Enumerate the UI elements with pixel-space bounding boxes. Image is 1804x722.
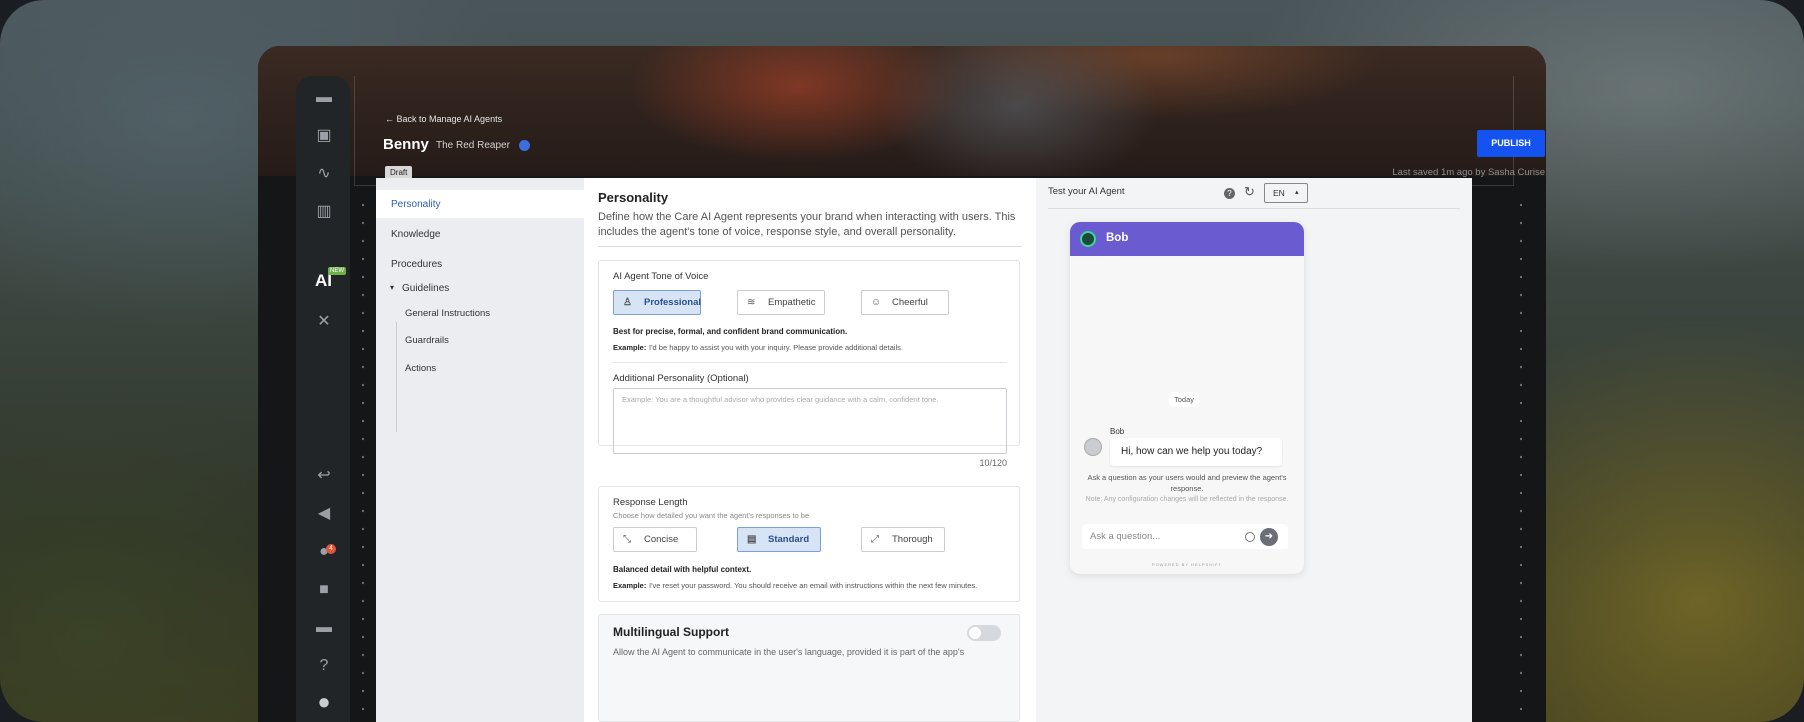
caret-down-icon[interactable]: ▾ — [390, 283, 394, 292]
inbox-icon[interactable]: ▣ — [314, 126, 334, 146]
decorative-dots-left — [362, 196, 364, 716]
page-header: ← Back to Manage AI Agents Benny The Red… — [354, 76, 1545, 186]
bot-avatar — [1084, 438, 1102, 456]
section-title: Personality — [598, 190, 669, 205]
tone-example-label: Example: — [613, 343, 647, 352]
test-agent-panel: Test your AI Agent ? ↻ EN ▴ Bob Today Bo… — [1036, 178, 1472, 722]
phone-icon[interactable]: ↩ — [314, 466, 334, 486]
analytics-icon[interactable]: ▥ — [314, 202, 334, 222]
tone-option-cheerful[interactable]: ☺ Cheerful — [861, 290, 949, 315]
section-description: Define how the Care AI Agent represents … — [598, 211, 1016, 238]
nav-item-actions[interactable]: Actions — [405, 363, 436, 374]
character-counter: 10/120 — [979, 458, 1007, 468]
editor-panel: Personality Knowledge Procedures ▾ Guide… — [376, 178, 1472, 722]
agent-name: Benny — [383, 136, 429, 153]
refresh-icon[interactable]: ↻ — [1244, 184, 1255, 200]
message-icon[interactable]: ▬ — [314, 618, 334, 638]
megaphone-icon[interactable]: ◀ — [314, 504, 334, 524]
message-sender: Bob — [1110, 427, 1125, 436]
new-badge: NEW — [328, 267, 346, 275]
date-divider: Today — [1168, 392, 1201, 407]
length-example-label: Example: — [613, 581, 647, 590]
chat-hint: Ask a question as your users would and p… — [1087, 473, 1287, 493]
nav-tree-line — [396, 322, 397, 432]
tone-example-text: I'd be happy to assist you with your inq… — [649, 343, 903, 352]
smiley-icon: ☺ — [871, 297, 882, 308]
square-icon[interactable]: ■ — [314, 580, 334, 600]
tone-option-empathetic[interactable]: ≋ Empathetic — [737, 290, 825, 315]
app-window: ▬ ▣ ∿ ▥ AI NEW ✕ ↩ ◀ ● 4 ■ ▬ ? ● ← Back … — [258, 46, 1546, 722]
powered-by: POWERED BY HELPSHIFT — [1151, 562, 1223, 567]
panel-divider — [1048, 208, 1460, 209]
help-icon[interactable]: ? — [314, 656, 334, 676]
length-option-standard[interactable]: ▤ Standard — [737, 527, 821, 552]
length-option-thorough[interactable]: ⤢ Thorough — [861, 527, 945, 552]
stack-icon: ≋ — [747, 297, 756, 308]
caret-up-icon: ▴ — [1295, 189, 1299, 196]
notification-badge: 4 — [326, 544, 336, 554]
send-icon[interactable]: ➜ — [1260, 528, 1278, 546]
nav-item-knowledge[interactable]: Knowledge — [391, 229, 440, 240]
tone-option-professional[interactable]: ♙ Professional — [613, 290, 701, 315]
gear-icon[interactable] — [519, 140, 530, 151]
tone-card: AI Agent Tone of Voice ♙ Professional ≋ … — [598, 260, 1020, 468]
tools-icon[interactable]: ✕ — [314, 312, 334, 332]
language-select[interactable]: EN ▴ — [1264, 183, 1308, 203]
additional-personality-input[interactable]: Example: You are a thoughtful advisor wh… — [613, 388, 1007, 454]
additional-personality-label: Additional Personality (Optional) — [613, 373, 749, 384]
collapse-icon: ⤡ — [623, 534, 631, 545]
response-length-label: Response Length — [613, 497, 688, 508]
publish-button[interactable]: PUBLISH — [1477, 130, 1545, 157]
multilingual-toggle[interactable] — [967, 625, 1001, 641]
length-summary: Balanced detail with helpful context. — [613, 565, 752, 574]
length-option-concise[interactable]: ⤡ Concise — [613, 527, 697, 552]
multilingual-description: Allow the AI Agent to communicate in the… — [613, 647, 965, 657]
nav-item-procedures[interactable]: Procedures — [391, 259, 442, 270]
settings-nav: Personality Knowledge Procedures ▾ Guide… — [376, 178, 584, 722]
nav-item-personality[interactable]: Personality — [391, 199, 440, 210]
activity-icon[interactable]: ∿ — [314, 164, 334, 184]
chat-input[interactable]: Ask a question... ➜ — [1082, 524, 1288, 549]
nav-item-general-instructions[interactable]: General Instructions — [405, 308, 490, 319]
bot-logo — [1080, 231, 1096, 247]
chat-message: Hi, how can we help you today? — [1110, 438, 1282, 466]
decorative-dots-right — [1520, 196, 1522, 716]
response-length-card: Response Length Choose how detailed you … — [598, 486, 1020, 602]
test-panel-title: Test your AI Agent — [1048, 186, 1125, 197]
length-example-text: I've reset your password. You should rec… — [649, 581, 978, 590]
emoji-icon[interactable] — [1245, 532, 1255, 542]
expand-icon: ⤢ — [871, 534, 879, 545]
response-length-sublabel: Choose how detailed you want the agent's… — [613, 511, 810, 520]
chat-note: Note: Any configuration changes will be … — [1085, 496, 1289, 503]
avatar-icon[interactable]: ● — [314, 691, 334, 713]
multilingual-label: Multilingual Support — [613, 625, 729, 639]
person-icon: ♙ — [623, 297, 632, 308]
tone-summary: Best for precise, formal, and confident … — [613, 327, 848, 336]
nav-item-guidelines[interactable]: Guidelines — [402, 283, 449, 294]
multilingual-card: Multilingual Support Allow the AI Agent … — [598, 614, 1020, 722]
personality-section: Personality Define how the Care AI Agent… — [584, 178, 1036, 722]
divider — [598, 246, 1022, 247]
last-saved-text: Last saved 1m ago by Sasha Curise — [1392, 167, 1545, 178]
nav-item-guardrails[interactable]: Guardrails — [405, 335, 449, 346]
back-link[interactable]: ← Back to Manage AI Agents — [385, 114, 502, 124]
chat-widget: Bob Today Bob Hi, how can we help you to… — [1070, 222, 1304, 574]
agent-subtitle: The Red Reaper — [436, 140, 510, 151]
card-divider — [613, 362, 1007, 363]
chat-icon[interactable]: ▬ — [314, 88, 334, 108]
tone-label: AI Agent Tone of Voice — [613, 271, 709, 282]
help-icon[interactable]: ? — [1224, 188, 1235, 199]
bot-name: Bob — [1106, 232, 1129, 244]
document-icon: ▤ — [747, 534, 757, 545]
